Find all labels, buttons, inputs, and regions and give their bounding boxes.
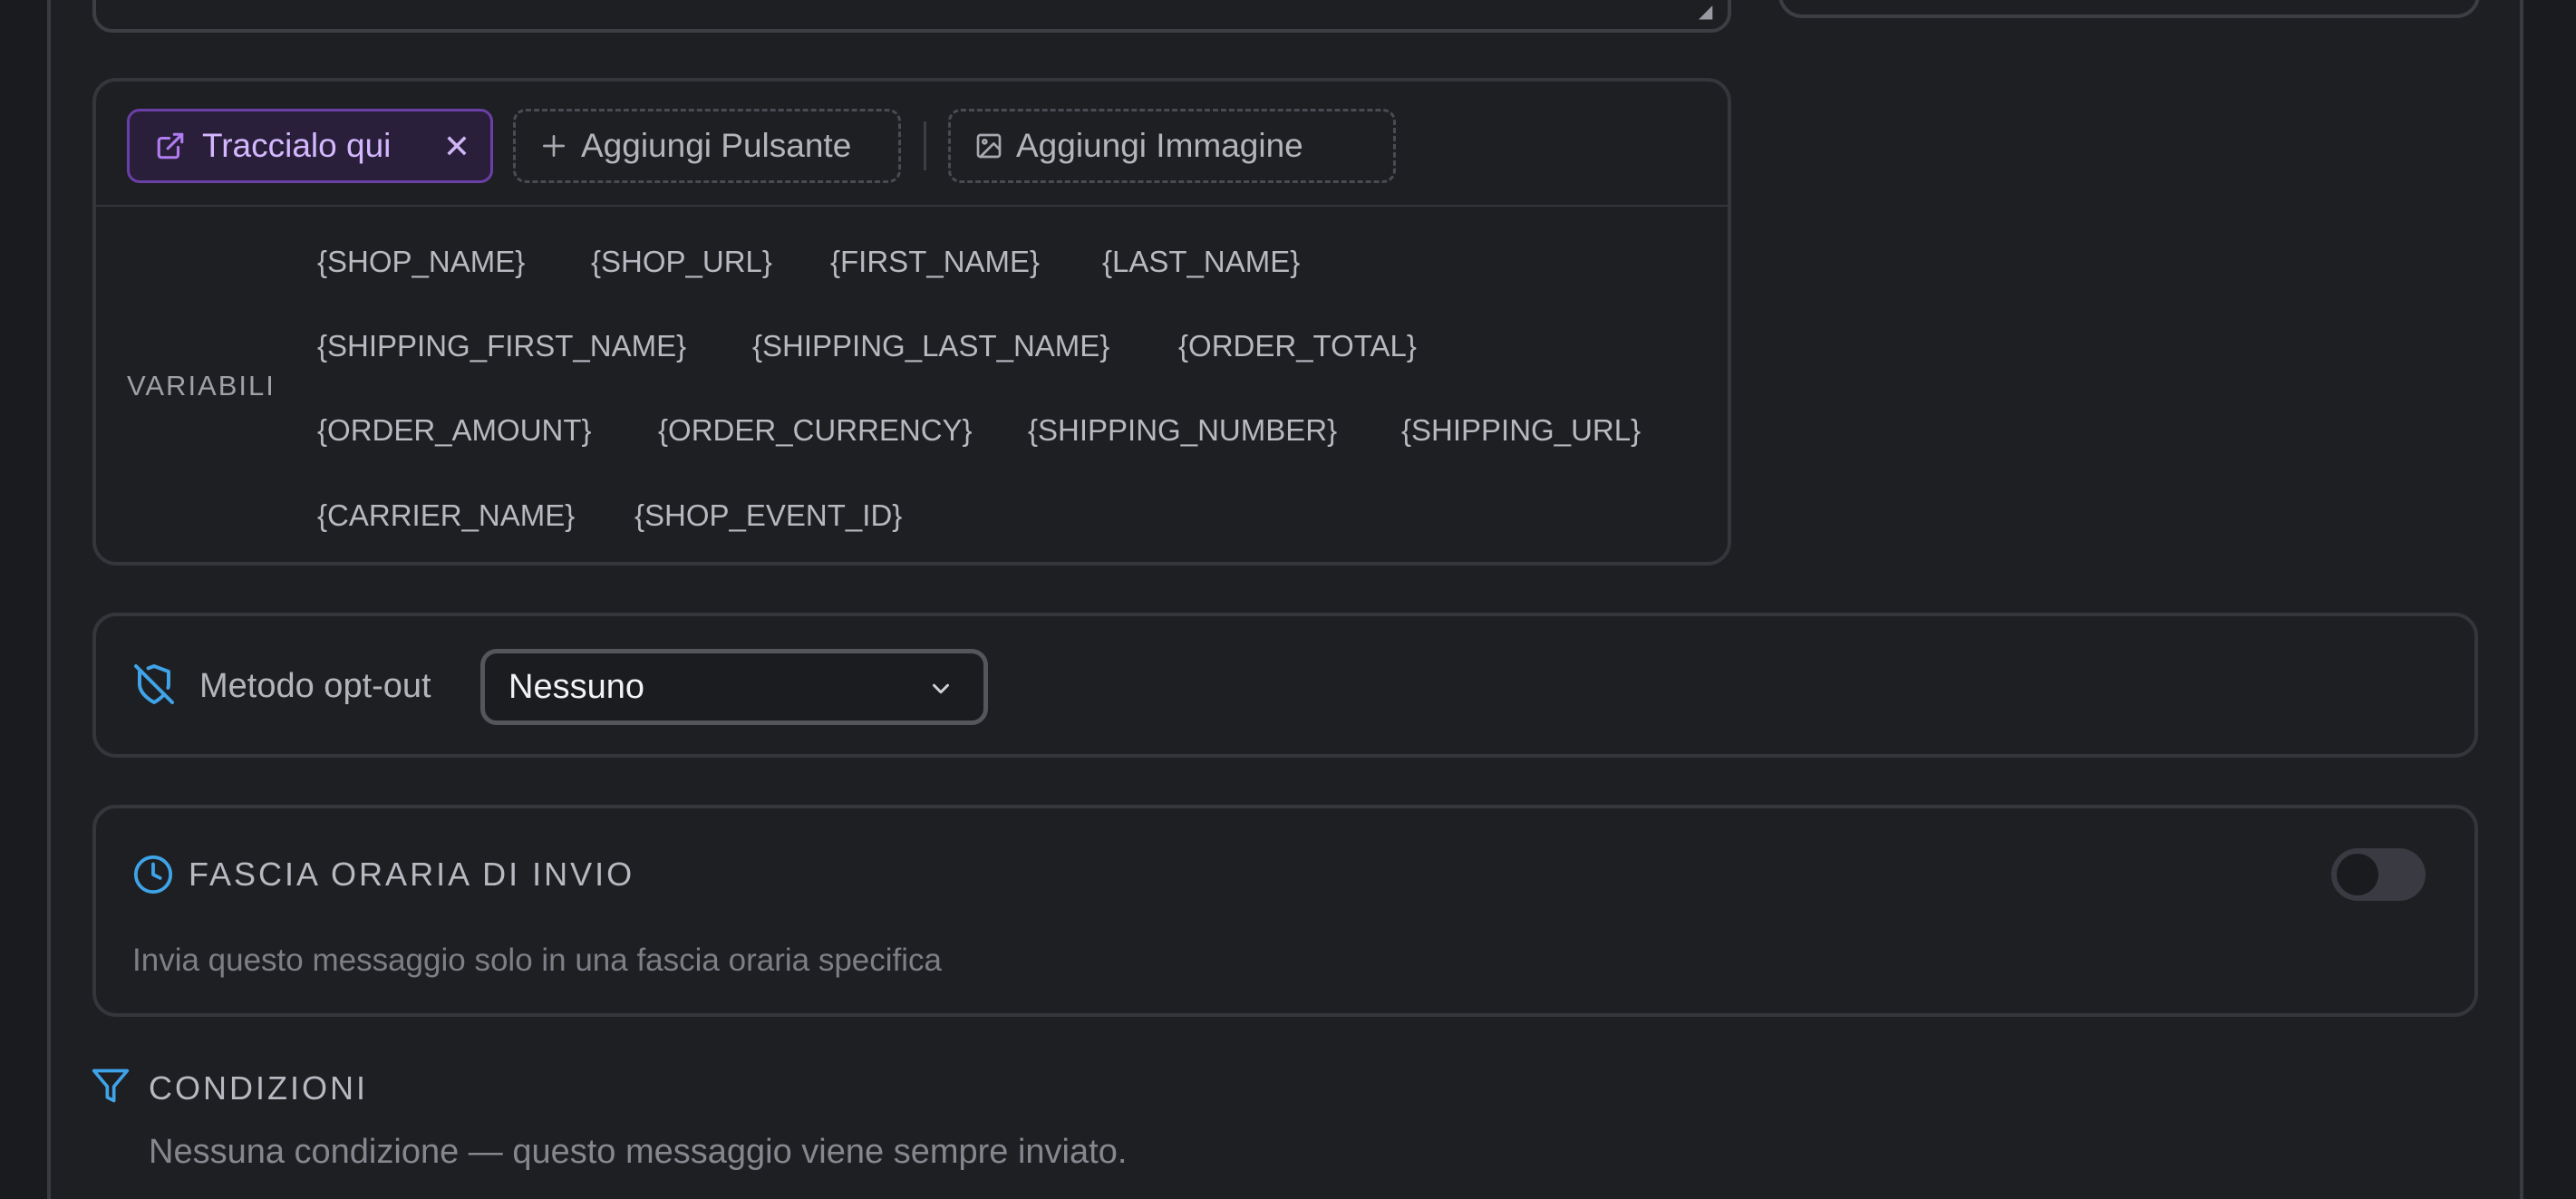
- variable-token[interactable]: {ORDER_AMOUNT}: [317, 413, 592, 448]
- preview-panel: [1778, 0, 2480, 18]
- variables-label: VARIABILI: [127, 370, 276, 401]
- time-window-card: FASCIA ORARIA DI INVIO Invia questo mess…: [92, 805, 2478, 1017]
- close-icon[interactable]: ✕: [443, 128, 470, 166]
- editor-extras-card: Traccialo qui ✕ Aggiungi Pulsante Aggiun…: [92, 78, 1731, 566]
- variable-token[interactable]: {SHOP_NAME}: [317, 245, 525, 279]
- tracking-link-chip[interactable]: Traccialo qui ✕: [127, 109, 493, 183]
- plus-icon: [543, 135, 565, 157]
- editor-toolbar: Traccialo qui ✕ Aggiungi Pulsante Aggiun…: [96, 82, 1728, 207]
- variable-token[interactable]: {LAST_NAME}: [1102, 245, 1300, 279]
- tracking-link-label: Traccialo qui: [202, 127, 392, 164]
- add-button-button[interactable]: Aggiungi Pulsante: [513, 109, 901, 183]
- time-window-toggle[interactable]: [2331, 848, 2426, 901]
- add-image-button[interactable]: Aggiungi Immagine: [948, 109, 1396, 183]
- variable-token[interactable]: {FIRST_NAME}: [830, 245, 1040, 279]
- chevron-down-icon: [933, 683, 949, 694]
- select-value: Nessuno: [508, 668, 644, 706]
- add-button-label: Aggiungi Pulsante: [581, 127, 852, 164]
- variable-token[interactable]: {CARRIER_NAME}: [317, 498, 575, 533]
- variable-token[interactable]: {SHIPPING_NUMBER}: [1028, 413, 1337, 448]
- optout-label: Metodo opt-out: [199, 667, 431, 705]
- variable-token[interactable]: {ORDER_CURRENCY}: [658, 413, 973, 448]
- filter-icon: [92, 1068, 130, 1103]
- message-textarea[interactable]: ◢: [92, 0, 1731, 33]
- time-window-description: Invia questo messaggio solo in una fasci…: [132, 943, 942, 978]
- variable-token[interactable]: {SHIPPING_URL}: [1401, 413, 1641, 448]
- optout-method-select[interactable]: Nessuno: [480, 649, 988, 725]
- image-icon: [976, 133, 1002, 159]
- conditions-description: Nessuna condizione — questo messaggio vi…: [149, 1133, 1128, 1171]
- optout-card: Metodo opt-out Nessuno: [92, 613, 2478, 758]
- variable-token[interactable]: {SHOP_EVENT_ID}: [634, 498, 902, 533]
- resize-handle-icon[interactable]: ◢: [1699, 2, 1719, 22]
- external-link-icon: [157, 132, 184, 160]
- add-image-label: Aggiungi Immagine: [1016, 127, 1303, 164]
- conditions-title: CONDIZIONI: [149, 1069, 368, 1107]
- shield-off-icon: [134, 664, 174, 704]
- toggle-knob: [2337, 854, 2378, 895]
- clock-icon: [133, 855, 173, 894]
- toolbar-divider: [924, 121, 926, 170]
- variable-token[interactable]: {SHIPPING_FIRST_NAME}: [317, 329, 686, 363]
- variable-token[interactable]: {SHOP_URL}: [591, 245, 772, 279]
- variable-token[interactable]: {ORDER_TOTAL}: [1178, 329, 1417, 363]
- time-window-title: FASCIA ORARIA DI INVIO: [189, 856, 635, 893]
- variable-token[interactable]: {SHIPPING_LAST_NAME}: [752, 329, 1109, 363]
